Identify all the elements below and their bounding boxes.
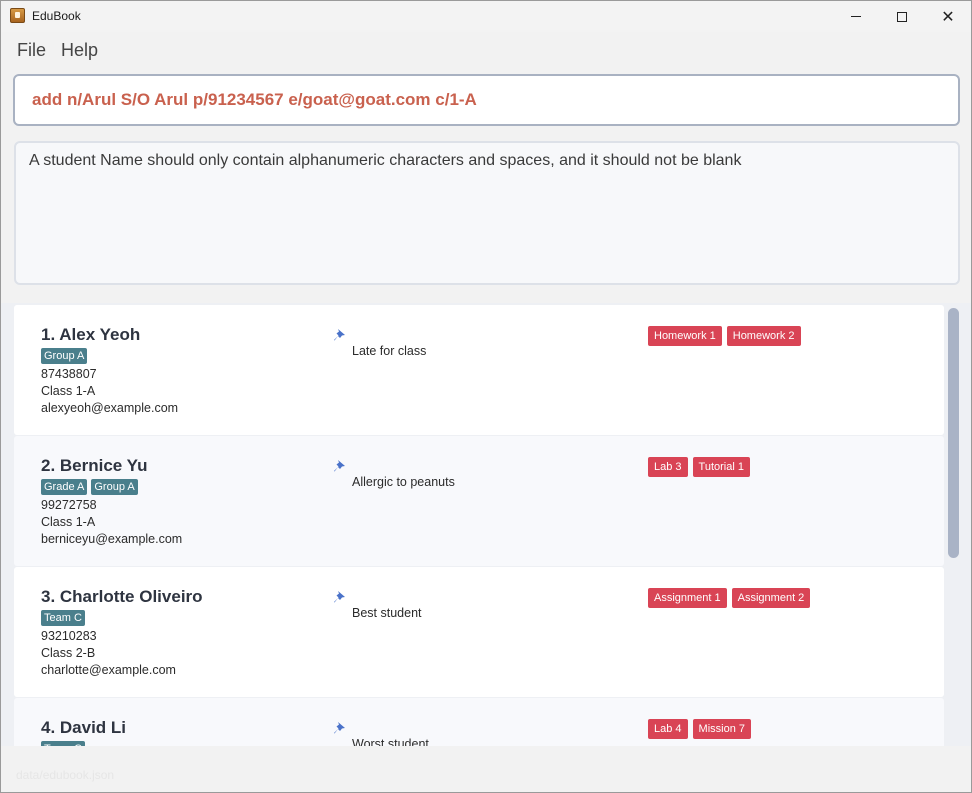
task-tags: Assignment 1 Assignment 2	[648, 588, 811, 608]
window-title: EduBook	[32, 9, 81, 23]
status-text: data/edubook.json	[16, 768, 115, 782]
pin-icon	[334, 460, 345, 472]
pin-icon	[334, 329, 345, 341]
student-class: Class 1-A	[41, 384, 96, 398]
group-tags: Group A	[41, 348, 88, 364]
minimize-icon	[851, 16, 861, 17]
menu-help[interactable]: Help	[61, 40, 98, 61]
student-card[interactable]: 3. Charlotte Oliveiro Team C 93210283 Cl…	[14, 567, 944, 697]
maximize-button[interactable]	[879, 1, 925, 32]
task-tag: Tutorial 1	[692, 457, 750, 477]
task-tags: Lab 3 Tutorial 1	[648, 457, 750, 477]
task-tags: Lab 4 Mission 7	[648, 719, 751, 739]
result-display: A student Name should only contain alpha…	[14, 141, 960, 285]
student-email: alexyeoh@example.com	[41, 401, 179, 415]
task-tag: Homework 2	[726, 326, 801, 346]
student-name: 1. Alex Yeoh	[41, 325, 141, 344]
group-tag: Group A	[91, 479, 138, 495]
close-button[interactable]: ✕	[925, 1, 971, 32]
task-tag: Homework 1	[648, 326, 722, 346]
group-tag: Group A	[41, 348, 88, 364]
group-tags: Grade A Group A	[41, 479, 138, 495]
close-icon: ✕	[941, 6, 955, 26]
student-note: Late for class	[352, 344, 427, 358]
status-bar: data/edubook.json	[1, 746, 971, 792]
result-message: A student Name should only contain alpha…	[29, 152, 742, 169]
student-email: berniceyu@example.com	[41, 532, 183, 546]
student-note: Allergic to peanuts	[352, 475, 455, 489]
student-class: Class 1-A	[41, 515, 96, 529]
title-bar: EduBook ✕	[1, 1, 971, 32]
task-tag: Lab 3	[648, 457, 688, 477]
menu-bar: File Help	[1, 32, 971, 68]
student-card[interactable]: 1. Alex Yeoh Group A 87438807 Class 1-A …	[14, 305, 944, 435]
student-phone: 87438807	[41, 367, 97, 381]
group-tag: Team C	[41, 610, 85, 626]
app-icon	[10, 8, 25, 23]
maximize-icon	[897, 11, 907, 22]
student-phone: 93210283	[41, 629, 97, 643]
task-tag: Assignment 2	[731, 588, 811, 608]
main-window: File Help add n/Arul S/O Arul p/91234567…	[1, 32, 971, 792]
student-note: Best student	[352, 606, 422, 620]
student-name: 3. Charlotte Oliveiro	[41, 587, 203, 606]
task-tag: Mission 7	[692, 719, 751, 739]
task-tag: Assignment 1	[648, 588, 727, 608]
student-card[interactable]: 2. Bernice Yu Grade A Group A 99272758 C…	[14, 436, 944, 566]
command-text: add n/Arul S/O Arul p/91234567 e/goat@go…	[32, 90, 477, 109]
menu-file[interactable]: File	[17, 40, 46, 61]
minimize-button[interactable]	[833, 1, 879, 32]
scrollbar-thumb[interactable]	[948, 308, 959, 558]
task-tag: Lab 4	[648, 719, 688, 739]
student-class: Class 2-B	[41, 646, 96, 660]
student-phone: 99272758	[41, 498, 97, 512]
student-list[interactable]: 1. Alex Yeoh Group A 87438807 Class 1-A …	[1, 303, 971, 752]
pin-icon	[334, 722, 345, 734]
task-tags: Homework 1 Homework 2	[648, 326, 801, 346]
group-tags: Team C	[41, 610, 85, 626]
command-input[interactable]: add n/Arul S/O Arul p/91234567 e/goat@go…	[13, 74, 960, 126]
group-tag: Grade A	[41, 479, 88, 495]
student-name: 4. David Li	[41, 718, 127, 737]
pin-icon	[334, 591, 345, 603]
student-card[interactable]: 4. David Li Team C Worst student Lab 4 M…	[14, 698, 944, 752]
student-email: charlotte@example.com	[41, 663, 176, 677]
student-name: 2. Bernice Yu	[41, 456, 148, 475]
